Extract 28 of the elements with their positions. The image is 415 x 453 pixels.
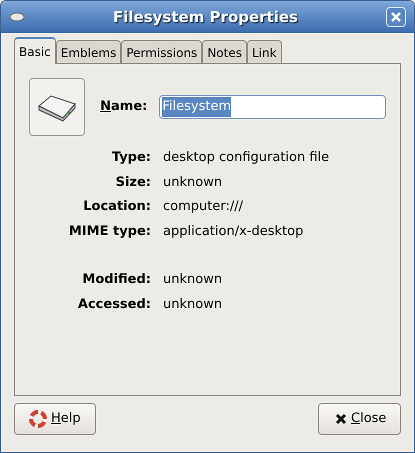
property-label: Type: bbox=[110, 149, 151, 167]
name-field[interactable]: Filesystem bbox=[159, 95, 386, 119]
property-value: unknown bbox=[163, 296, 224, 314]
close-button[interactable]: Close bbox=[318, 403, 401, 435]
selected-text: Filesystem bbox=[162, 97, 232, 117]
window-title: Filesystem Properties bbox=[112, 6, 299, 28]
property-value: computer:/// bbox=[163, 198, 244, 216]
property-value: desktop configuration file bbox=[163, 149, 330, 167]
close-icon bbox=[335, 413, 347, 425]
property-value: application/x-desktop bbox=[163, 222, 304, 240]
property-label: Location: bbox=[82, 198, 151, 216]
icon-button[interactable] bbox=[29, 78, 86, 136]
tab[interactable]: Basic bbox=[14, 37, 56, 64]
tab[interactable]: Emblems bbox=[56, 40, 122, 64]
close-icon[interactable] bbox=[386, 7, 406, 27]
property-label: Accessed: bbox=[76, 296, 151, 314]
property-value: unknown bbox=[163, 271, 224, 289]
lifebuoy-icon bbox=[29, 410, 47, 428]
drive-icon bbox=[9, 12, 25, 22]
tab[interactable]: Permissions bbox=[121, 40, 202, 64]
property-value: unknown bbox=[163, 174, 224, 192]
help-button[interactable]: Help bbox=[14, 403, 96, 435]
property-label: Size: bbox=[114, 174, 151, 192]
tab[interactable]: Link bbox=[246, 40, 282, 64]
property-label: Modified: bbox=[81, 271, 151, 289]
tab[interactable]: Notes bbox=[202, 40, 247, 64]
property-label: MIME type: bbox=[68, 222, 151, 240]
name-label: Name: bbox=[99, 98, 148, 116]
